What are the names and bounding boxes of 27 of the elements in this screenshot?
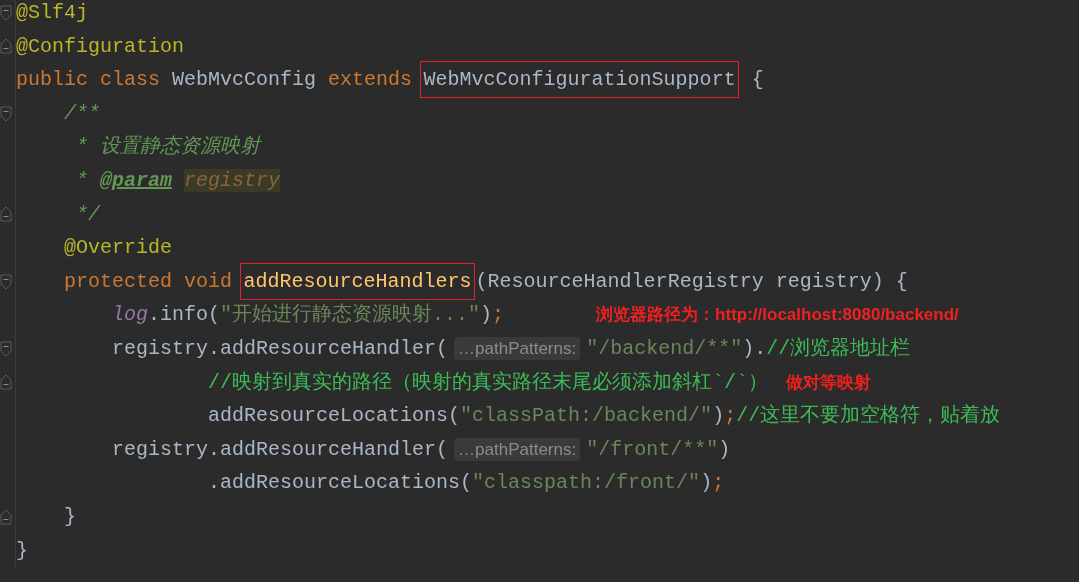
code-line: @Configuration — [16, 33, 185, 60]
fold-icon[interactable] — [0, 274, 12, 290]
code-line: @Slf4j — [16, 0, 88, 26]
code-line: protected void addResourceHandlers (ResourceHandlerRegistry registry) { — [16, 264, 908, 299]
code-line: registry.addResourceHandler( …pathPatterns: "/backend/**").//浏览器地址栏 — [111, 335, 911, 362]
code-line: log.info("开始进行静态资源映射..."); — [111, 302, 505, 329]
code-line: * @param registry — [75, 167, 281, 194]
code-line: registry.addResourceHandler( …pathPatterns: "/front/**") — [111, 436, 731, 463]
annotation-note: 浏览器路径为：http://localhost:8080/backend/ — [596, 304, 959, 327]
unfold-icon[interactable] — [0, 38, 12, 54]
code-line: @Override — [63, 235, 173, 262]
fold-icon[interactable] — [0, 5, 12, 21]
code-line: public class WebMvcConfig extends WebMvcConfigurationSupport { — [16, 63, 764, 97]
code-line: /** — [63, 100, 100, 127]
code-line: //映射到真实的路径（映射的真实路径末尾必须添加斜杠`/`） — [207, 369, 769, 396]
code-line: } — [63, 503, 76, 530]
unfold-icon[interactable] — [0, 374, 12, 390]
code-line: } — [16, 537, 28, 564]
code-line: .addResourceLocations("classpath:/front/"); — [207, 470, 725, 497]
annotation-note: 做对等映射 — [786, 371, 872, 394]
unfold-icon[interactable] — [0, 206, 12, 222]
fold-icon[interactable] — [0, 341, 12, 357]
code-line: addResourceLocations("classPath:/backend/");//这里不要加空格符，贴着放 — [207, 403, 1001, 430]
unfold-icon[interactable] — [0, 509, 12, 525]
code-line: */ — [75, 201, 100, 228]
code-line: * 设置静态资源映射 — [75, 134, 260, 161]
fold-icon[interactable] — [0, 106, 12, 122]
